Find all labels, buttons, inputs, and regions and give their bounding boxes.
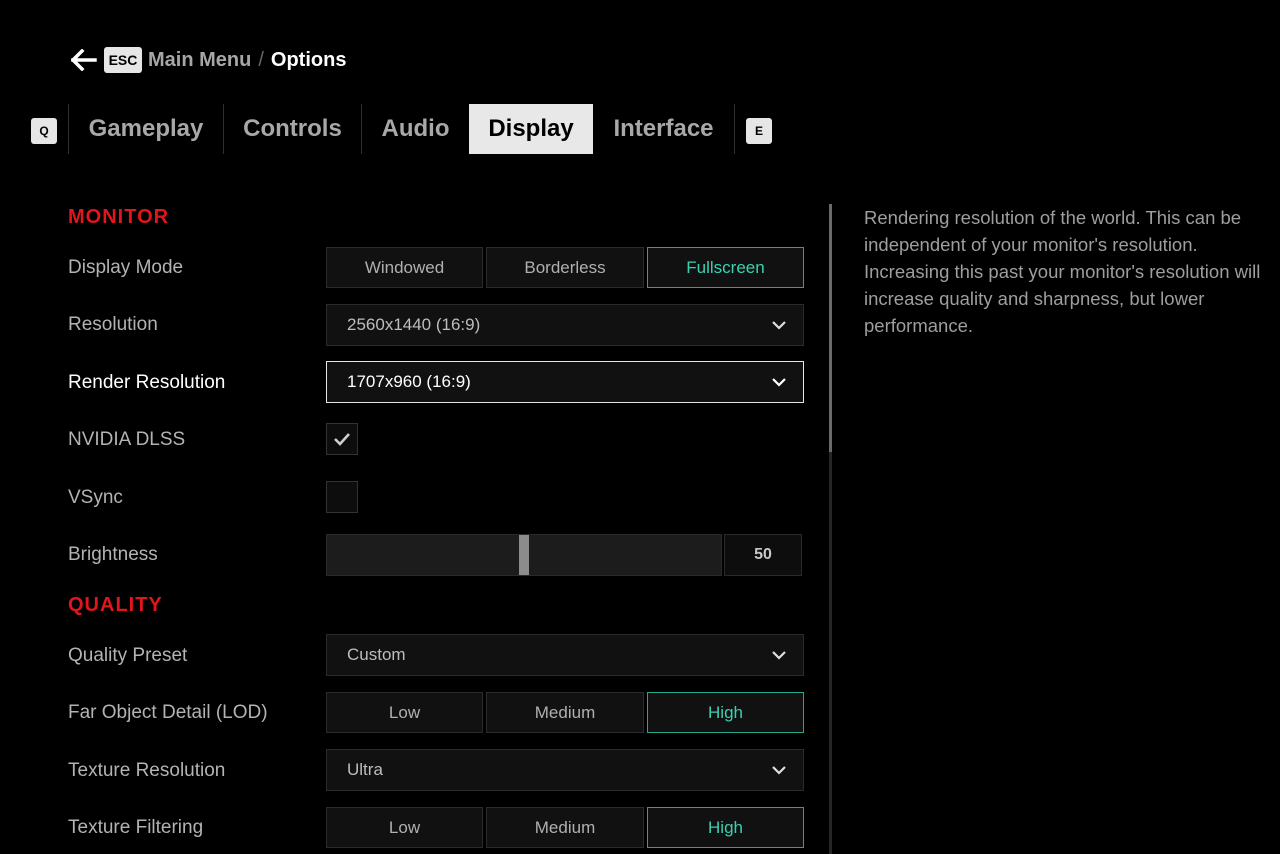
tab-controls[interactable]: Controls (224, 104, 361, 154)
chevron-down-icon (772, 321, 786, 330)
vsync-checkbox[interactable] (326, 481, 358, 513)
render-resolution-value: 1707x960 (16:9) (347, 372, 471, 391)
brightness-value: 50 (724, 534, 802, 576)
setting-description: Rendering resolution of the world. This … (864, 207, 1261, 336)
texture-filtering-medium[interactable]: Medium (486, 807, 644, 848)
section-title-monitor: MONITOR (68, 206, 170, 228)
tab-gameplay[interactable]: Gameplay (69, 104, 223, 154)
quality-preset-label: Quality Preset (68, 645, 188, 666)
arrow-left-icon[interactable] (70, 46, 98, 74)
far-object-detail-high[interactable]: High (647, 692, 804, 733)
checkmark-icon (334, 433, 350, 446)
quality-preset-dropdown[interactable]: Custom (326, 634, 804, 676)
breadcrumb: ESC Main Menu / Options (70, 46, 346, 74)
texture-filtering-low[interactable]: Low (326, 807, 483, 848)
breadcrumb-current: Options (270, 48, 347, 71)
texture-filtering-high[interactable]: High (647, 807, 804, 848)
chevron-down-icon (772, 766, 786, 775)
far-object-detail-medium[interactable]: Medium (486, 692, 644, 733)
nvidia-dlss-label: NVIDIA DLSS (68, 429, 186, 450)
tab-display[interactable]: Display (469, 104, 593, 154)
texture-resolution-dropdown[interactable]: Ultra (326, 749, 804, 791)
settings-scrollbar[interactable] (829, 204, 832, 854)
scrollbar-thumb[interactable] (829, 204, 832, 452)
next-tab-keycap[interactable]: E (746, 118, 772, 144)
resolution-label: Resolution (68, 314, 158, 335)
texture-filtering-label: Texture Filtering (68, 817, 204, 838)
display-mode-fullscreen[interactable]: Fullscreen (647, 247, 804, 288)
tab-audio[interactable]: Audio (362, 104, 469, 154)
display-mode-windowed[interactable]: Windowed (326, 247, 483, 288)
chevron-down-icon (772, 378, 786, 387)
breadcrumb-separator: / (258, 48, 264, 71)
far-object-detail-low[interactable]: Low (326, 692, 483, 733)
render-resolution-dropdown[interactable]: 1707x960 (16:9) (326, 361, 804, 403)
resolution-value: 2560x1440 (16:9) (347, 315, 481, 334)
texture-resolution-value: Ultra (347, 760, 383, 779)
tab-divider (734, 104, 735, 154)
display-mode-borderless[interactable]: Borderless (486, 247, 644, 288)
tab-interface[interactable]: Interface (593, 104, 734, 154)
breadcrumb-main-menu[interactable]: Main Menu (148, 49, 251, 72)
prev-tab-keycap[interactable]: Q (31, 118, 57, 144)
render-resolution-label: Render Resolution (68, 372, 226, 393)
vsync-label: VSync (68, 487, 123, 508)
far-object-detail-label: Far Object Detail (LOD) (68, 702, 268, 723)
nvidia-dlss-checkbox[interactable] (326, 423, 358, 455)
brightness-slider-thumb[interactable] (519, 535, 529, 575)
quality-preset-value: Custom (347, 645, 406, 664)
chevron-down-icon (772, 651, 786, 660)
esc-keycap: ESC (104, 47, 142, 73)
display-mode-label: Display Mode (68, 257, 184, 278)
texture-resolution-label: Texture Resolution (68, 760, 226, 781)
resolution-dropdown[interactable]: 2560x1440 (16:9) (326, 304, 804, 346)
brightness-slider[interactable] (326, 534, 722, 576)
section-title-quality: QUALITY (68, 594, 163, 616)
brightness-label: Brightness (68, 544, 158, 565)
